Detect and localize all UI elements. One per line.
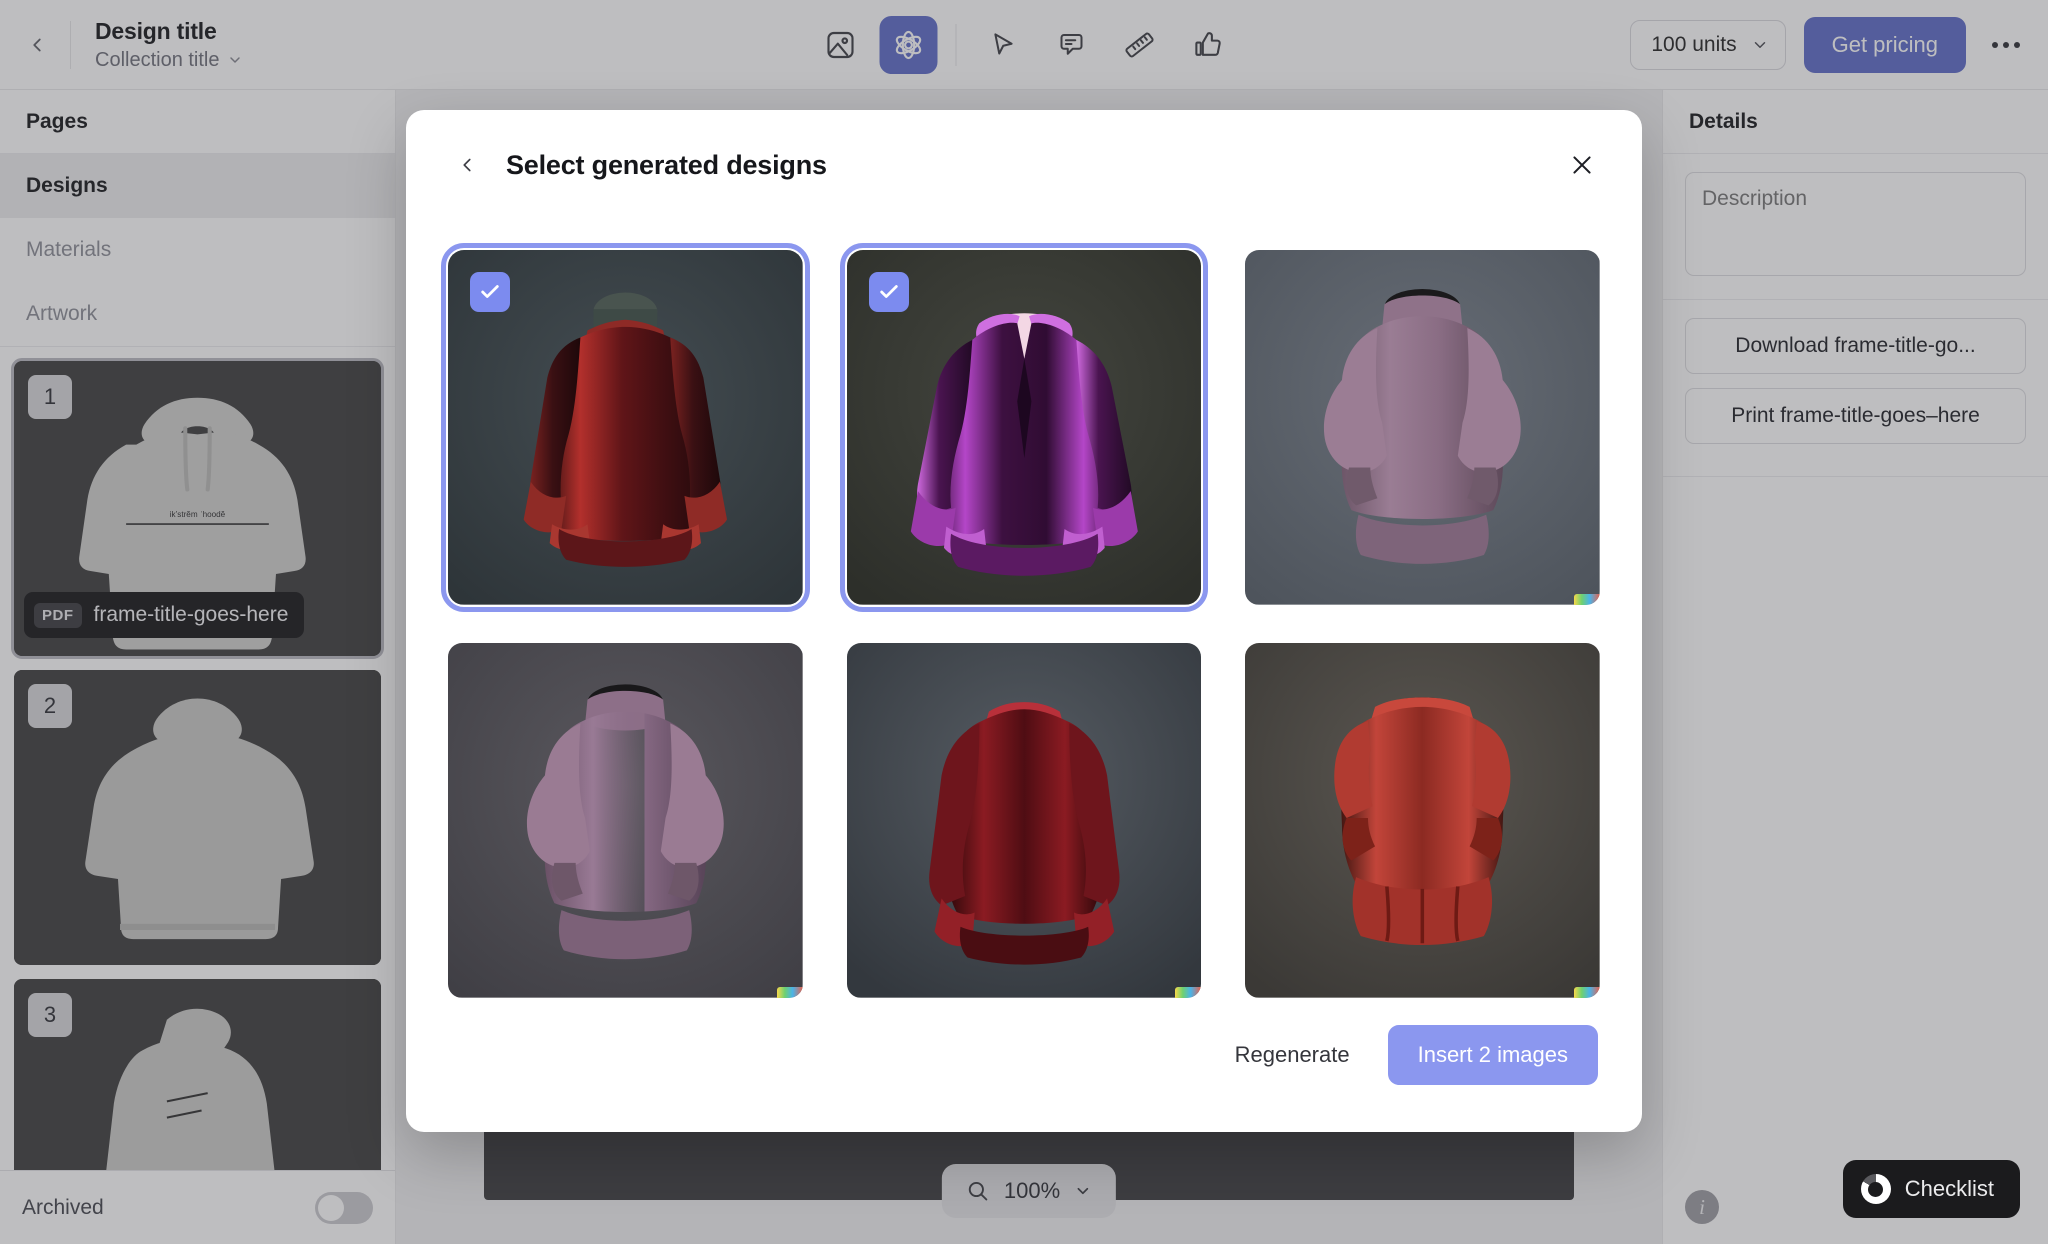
ai-watermark-icon [776,986,803,998]
ai-watermark-icon [1573,986,1600,998]
checklist-label: Checklist [1904,1176,1994,1201]
modal-close-button[interactable] [1562,145,1602,185]
card-checkbox[interactable] [470,272,510,312]
design-image-5 [846,643,1202,998]
progress-ring-icon [1860,1174,1891,1204]
design-card[interactable] [846,643,1202,998]
check-icon [879,285,898,298]
select-designs-modal: Select generated designs Regenerate Inse… [406,110,1642,1132]
insert-images-button[interactable]: Insert 2 images [1387,1025,1598,1085]
close-icon [1573,156,1591,174]
card-checkbox[interactable] [868,272,909,312]
chevron-left-icon [463,158,471,172]
modal-footer: Regenerate Insert 2 images [406,1002,1642,1132]
design-card[interactable] [1245,643,1600,998]
modal-title: Select generated designs [506,149,827,180]
ai-watermark-icon [1573,593,1600,605]
app-root: Design title Collection title 100 units … [0,0,2048,1244]
design-card[interactable] [441,243,810,612]
design-card[interactable] [839,243,1209,612]
regenerate-button[interactable]: Regenerate [1211,1027,1374,1083]
check-icon [481,285,499,298]
ai-watermark-icon [1175,986,1202,998]
design-card[interactable] [1245,250,1600,605]
modal-header: Select generated designs [406,110,1642,220]
design-card[interactable] [448,643,803,998]
design-image-6 [1245,643,1600,998]
design-image-3 [1245,250,1600,605]
checklist-button[interactable]: Checklist [1842,1160,2020,1218]
modal-back-button[interactable] [450,148,484,182]
generated-designs-grid [406,220,1642,1002]
design-image-4 [448,643,803,998]
